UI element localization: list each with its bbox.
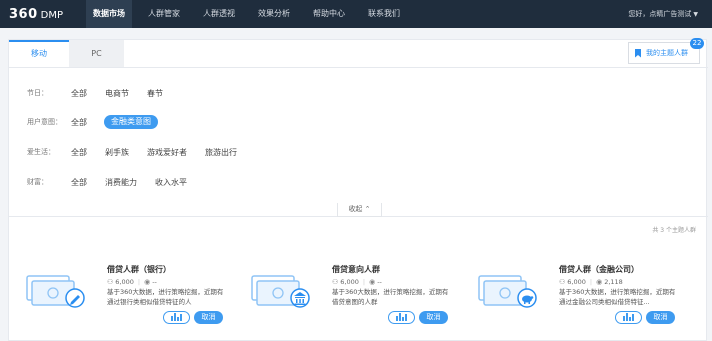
user-menu[interactable]: 您好，点睛广告测试 ▼ (628, 0, 698, 28)
money-bank-icon (251, 275, 310, 308)
collapse-button[interactable]: 收起 ⌃ (337, 203, 382, 217)
insight-chart-button[interactable] (163, 311, 190, 324)
bar-chart-icon (626, 313, 628, 321)
filter-row-lifestyle: 爱生活： 全部 剁手族 游戏爱好者 旅游出行 (27, 145, 255, 159)
eye-icon: ◉ (596, 278, 603, 286)
bookmark-icon (635, 48, 641, 58)
user-greeting: 您好，点睛广告测试 (628, 10, 692, 18)
audience-title: 借贷意向人群 (332, 265, 380, 274)
audience-title: 借贷人群（金融公司） (559, 265, 639, 274)
audience-stats: ⚇ 6,000 | ◉ -- (107, 278, 157, 286)
view-count: -- (152, 278, 157, 286)
nav-item-audience-manager[interactable]: 人群管家 (141, 0, 187, 28)
person-icon: ⚇ (107, 278, 114, 286)
tab-mobile[interactable]: 移动 (9, 40, 69, 67)
bar-chart-icon (632, 314, 634, 321)
filter-option[interactable]: 春节 (147, 88, 163, 99)
logo-number: 360 (9, 6, 38, 22)
cancel-button[interactable]: 取消 (194, 311, 223, 324)
count-badge: 22 (690, 38, 704, 49)
people-count: 6,000 (567, 278, 586, 286)
bar-chart-icon (623, 316, 625, 321)
filter-option[interactable]: 消费能力 (105, 177, 137, 188)
view-count: 2,118 (604, 278, 623, 286)
nav-item-help[interactable]: 帮助中心 (306, 0, 352, 28)
nav-item-performance[interactable]: 效果分析 (251, 0, 297, 28)
logo-text: DMP (40, 9, 63, 21)
filter-label: 财富： (27, 178, 48, 186)
bar-chart-icon (399, 313, 401, 321)
bar-chart-icon (171, 316, 173, 321)
audience-card: 借贷意向人群 ⚇ 6,000 | ◉ -- 基于360大数据，进行策略挖掘，近期有借… (250, 260, 460, 341)
filter-option[interactable]: 全部 (71, 88, 87, 99)
bar-chart-icon (177, 317, 179, 321)
filter-label: 爱生活： (27, 148, 55, 156)
filter-option[interactable]: 全部 (71, 147, 87, 158)
audience-count: 共 3 个主题人群 (652, 227, 696, 234)
audience-card: 借贷人群（金融公司） ⚇ 6,000 | ◉ 2,118 基于360大数据，进行策略… (477, 260, 687, 341)
filter-option-selected[interactable]: 金融类意图 (104, 115, 158, 129)
people-count: 6,000 (340, 278, 359, 286)
audience-stats: ⚇ 6,000 | ◉ 2,118 (559, 278, 623, 286)
top-nav-bar: 360 DMP 数据市场 人群管家 人群透视 效果分析 帮助中心 联系我们 您好… (0, 0, 712, 28)
main-panel: 移动 PC 我的主题人群 22 节日： 全部 电商节 春节 用户意图： 全部 金… (8, 38, 708, 341)
stat-divider: | (589, 278, 593, 286)
nav-item-data-market[interactable]: 数据市场 (86, 0, 132, 28)
people-count: 6,000 (115, 278, 134, 286)
audience-description: 基于360大数据，进行策略挖掘，近期有通过银行类相似借贷特征的人 (107, 288, 224, 306)
platform-tabs: 移动 PC (9, 40, 124, 67)
filter-option[interactable]: 游戏爱好者 (147, 147, 187, 158)
filter-label: 用户意图： (27, 118, 62, 126)
bar-chart-icon (629, 317, 631, 321)
stat-divider: | (137, 278, 141, 286)
money-edit-icon (26, 275, 85, 308)
my-audience-label: 我的主题人群 (646, 49, 688, 57)
person-icon: ⚇ (559, 278, 566, 286)
nav-item-audience-insight[interactable]: 人群透视 (196, 0, 242, 28)
bar-chart-icon (402, 317, 404, 321)
filter-option[interactable]: 全部 (71, 177, 87, 188)
insight-chart-button[interactable] (388, 311, 415, 324)
insight-chart-button[interactable] (615, 311, 642, 324)
cancel-button[interactable]: 取消 (646, 311, 675, 324)
money-piggy-bank-icon (478, 275, 537, 308)
main-nav: 数据市场 人群管家 人群透视 效果分析 帮助中心 联系我们 (86, 0, 416, 28)
filter-option[interactable]: 电商节 (105, 88, 129, 99)
filter-row-intent: 用户意图： 全部 金融类意图 (27, 115, 176, 129)
filter-option[interactable]: 旅游出行 (205, 147, 237, 158)
view-count: -- (377, 278, 382, 286)
person-icon: ⚇ (332, 278, 339, 286)
collapse-label: 收起 (348, 205, 363, 213)
audience-title: 借贷人群（银行） (107, 265, 171, 274)
my-audience-button[interactable]: 我的主题人群 22 (628, 38, 704, 64)
filter-option[interactable]: 收入水平 (155, 177, 187, 188)
bar-chart-icon (180, 314, 182, 321)
audience-description: 基于360大数据，进行策略挖掘，近期有借贷意图的人群 (332, 288, 449, 306)
filter-option[interactable]: 全部 (71, 117, 87, 128)
caret-down-icon: ▼ (693, 11, 698, 18)
stat-divider: | (362, 278, 366, 286)
filter-row-wealth: 财富： 全部 消费能力 收入水平 (27, 175, 205, 189)
filter-option[interactable]: 剁手族 (105, 147, 129, 158)
chevron-up-icon: ⌃ (364, 205, 371, 213)
audience-description: 基于360大数据，进行策略挖掘，近期有通过金融公司类相似借贷特征... (559, 288, 676, 306)
bar-chart-icon (396, 316, 398, 321)
audience-card: 借贷人群（银行） ⚇ 6,000 | ◉ -- 基于360大数据，进行策略挖掘，近期… (25, 260, 235, 341)
tab-pc[interactable]: PC (69, 40, 124, 67)
logo[interactable]: 360 DMP (9, 7, 83, 22)
filter-label: 节日： (27, 89, 48, 97)
cancel-button[interactable]: 取消 (419, 311, 448, 324)
audience-stats: ⚇ 6,000 | ◉ -- (332, 278, 382, 286)
filter-row-festival: 节日： 全部 电商节 春节 (27, 86, 181, 100)
nav-item-contact[interactable]: 联系我们 (361, 0, 407, 28)
tab-divider (9, 67, 708, 68)
bar-chart-icon (405, 314, 407, 321)
bar-chart-icon (174, 313, 176, 321)
eye-icon: ◉ (369, 278, 376, 286)
eye-icon: ◉ (144, 278, 151, 286)
